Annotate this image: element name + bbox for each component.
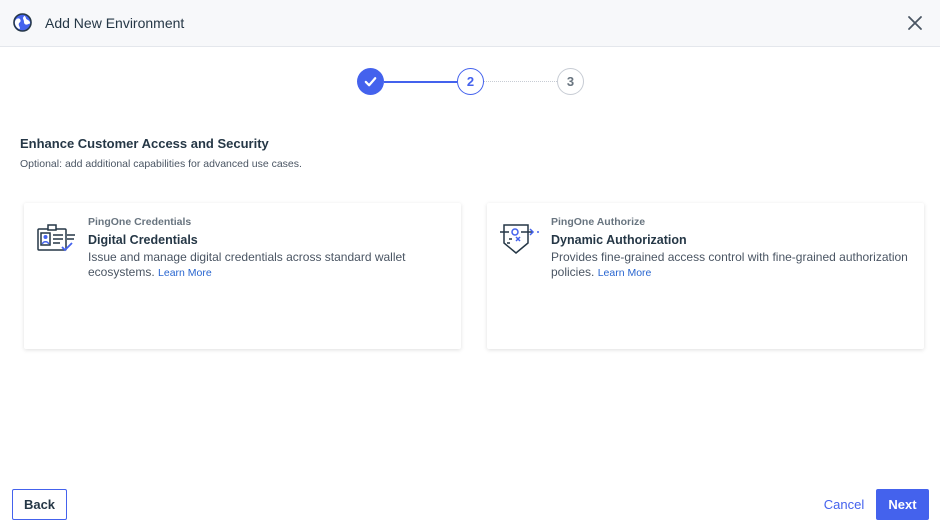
section-subtitle: Optional: add additional capabilities fo…	[20, 158, 302, 170]
step-2-active: 2	[457, 68, 484, 95]
capability-card-digital-credentials[interactable]: PingOne Credentials Digital Credentials …	[24, 203, 461, 349]
next-button[interactable]: Next	[876, 489, 929, 520]
card-name: Digital Credentials	[88, 233, 198, 247]
card-name: Dynamic Authorization	[551, 233, 687, 247]
wizard-stepper: 2 3	[356, 68, 586, 96]
learn-more-link[interactable]: Learn More	[598, 267, 652, 279]
card-description-text: Issue and manage digital credentials acr…	[88, 250, 406, 279]
card-description: Provides fine-grained access control wit…	[551, 250, 911, 280]
step-3-pending: 3	[557, 68, 584, 95]
globe-icon	[13, 13, 32, 32]
stepper-connector-complete	[384, 81, 457, 83]
card-description: Issue and manage digital credentials acr…	[88, 250, 448, 280]
cancel-button[interactable]: Cancel	[818, 489, 870, 520]
learn-more-link[interactable]: Learn More	[158, 267, 212, 279]
close-icon[interactable]	[905, 13, 925, 33]
modal-header: Add New Environment	[0, 0, 940, 47]
card-eyebrow: PingOne Authorize	[551, 216, 646, 228]
authorization-policy-icon	[500, 224, 539, 254]
stepper-connector-pending	[484, 81, 557, 82]
section-title: Enhance Customer Access and Security	[20, 136, 269, 151]
card-eyebrow: PingOne Credentials	[88, 216, 192, 228]
check-icon	[364, 77, 377, 87]
modal-title: Add New Environment	[45, 15, 185, 31]
step-1-complete	[357, 68, 384, 95]
back-button[interactable]: Back	[12, 489, 67, 520]
capability-card-dynamic-authorization[interactable]: PingOne Authorize Dynamic Authorization …	[487, 203, 924, 349]
digital-credential-icon	[37, 224, 75, 252]
